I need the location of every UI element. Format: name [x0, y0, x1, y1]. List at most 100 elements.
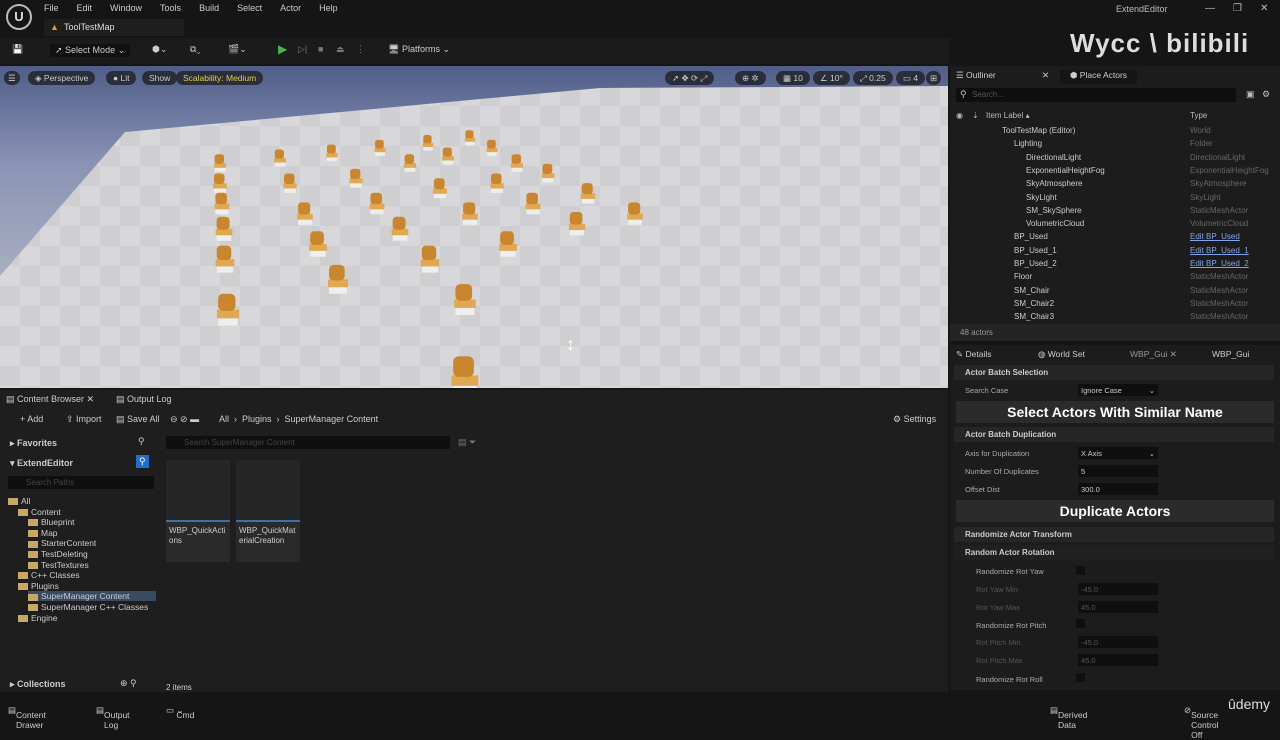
unreal-logo[interactable]: U	[6, 4, 32, 30]
num-duplicates-input[interactable]: 5	[1078, 465, 1158, 477]
crumb-supermanager[interactable]: SuperManager Content	[285, 414, 379, 424]
folder-item[interactable]: Plugins	[18, 581, 59, 591]
folder-item[interactable]: StarterContent	[28, 538, 96, 548]
edit-blueprint-link[interactable]: Edit BP_Used	[1190, 232, 1240, 241]
add-actor-icon[interactable]: ⬢⌄	[152, 44, 167, 55]
outliner-row[interactable]: BP_Used_1 Edit BP_Used_1	[950, 244, 1266, 257]
path-search-input[interactable]: Search Paths	[8, 476, 154, 489]
folder-item[interactable]: Content	[18, 507, 61, 517]
outliner-row[interactable]: VolumetricCloud VolumetricCloud	[950, 217, 1266, 230]
add-folder-icon[interactable]: ▣	[1246, 89, 1255, 100]
rotation-snap[interactable]: ∠ 10°	[813, 71, 850, 85]
minimize-button[interactable]: —	[1205, 3, 1215, 14]
cinematics-icon[interactable]: 🎬⌄	[228, 44, 247, 55]
world-settings-tab[interactable]: ◍ World Set	[1038, 349, 1085, 360]
axis-dropdown[interactable]: X Axis ⌄	[1078, 447, 1158, 459]
rot-pitch-checkbox[interactable]	[1076, 619, 1085, 628]
pitch-min-input[interactable]: -45.0	[1078, 636, 1158, 648]
folder-item[interactable]: TestDeleting	[28, 549, 88, 559]
outliner-row[interactable]: ToolTestMap (Editor) World	[950, 124, 1266, 137]
project-header[interactable]: ▾ ExtendEditor	[10, 458, 73, 469]
outliner-row[interactable]: BP_Used_2 Edit BP_Used_2	[950, 257, 1266, 270]
edit-blueprint-link[interactable]: Edit BP_Used_1	[1190, 246, 1249, 255]
add-button[interactable]: + Add	[20, 414, 43, 424]
search-case-dropdown[interactable]: Ignore Case ⌄	[1078, 384, 1158, 396]
level-viewport[interactable]: ☰ ◈ Perspective ● Lit Show Scalability: …	[0, 66, 948, 388]
step-button[interactable]: ▷|	[298, 44, 307, 55]
outliner-row[interactable]: SM_Chair StaticMeshActor	[950, 284, 1266, 297]
world-local-toggle[interactable]: ⊕ ✲	[735, 71, 766, 85]
details-tab[interactable]: ✎ Details	[956, 349, 991, 360]
folder-item[interactable]: TestTextures	[28, 560, 89, 570]
menu-actor[interactable]: Actor	[280, 3, 301, 13]
outliner-row[interactable]: SkyLight SkyLight	[950, 191, 1266, 204]
content-drawer-button[interactable]: ▤ Content Drawer	[8, 705, 46, 730]
section-actor-batch-duplication[interactable]: Actor Batch Duplication	[954, 427, 1274, 442]
outliner-search[interactable]: Search...	[956, 88, 1236, 102]
blueprint-icon[interactable]: ⧉⌄	[190, 44, 201, 55]
content-browser-tab[interactable]: ▤ Content Browser ✕	[6, 394, 94, 405]
section-random-rotation[interactable]: Random Actor Rotation	[954, 545, 1274, 560]
map-tab[interactable]: ▲ ToolTestMap	[44, 19, 184, 36]
crumb-all[interactable]: All	[219, 414, 229, 424]
menu-window[interactable]: Window	[110, 3, 142, 13]
yaw-max-input[interactable]: 45.0	[1078, 601, 1158, 613]
rot-yaw-checkbox[interactable]	[1076, 566, 1085, 575]
platforms-dropdown[interactable]: 🖥 Platforms ⌄	[388, 44, 450, 55]
settings-icon[interactable]: ⚙	[1262, 89, 1270, 100]
import-button[interactable]: ⇪ Import	[66, 414, 102, 425]
scale-snap[interactable]: ⤢ 0.25	[853, 71, 893, 85]
save-icon[interactable]: 💾	[12, 44, 23, 55]
outliner-row[interactable]: DirectionalLight DirectionalLight	[950, 151, 1266, 164]
close-button[interactable]: ✕	[1260, 3, 1268, 14]
folder-item[interactable]: Blueprint	[28, 517, 75, 527]
asset-tile[interactable]: WBP_QuickMaterialCreation	[236, 460, 300, 562]
folder-item[interactable]: SuperManager C++ Classes	[28, 602, 148, 612]
folder-item[interactable]: Map	[28, 528, 58, 538]
menu-edit[interactable]: Edit	[77, 3, 93, 13]
derived-data-button[interactable]: ▤ Derived Data	[1050, 705, 1087, 730]
asset-search-input[interactable]: Search SuperManager Content	[166, 436, 450, 449]
grid-snap[interactable]: ▦ 10	[776, 71, 810, 85]
layout-icon[interactable]: ⊞	[926, 71, 942, 85]
place-actors-tab[interactable]: ⬢ Place Actors	[1060, 70, 1138, 84]
history-back-icon[interactable]: ⊖ ⊘ ▬	[170, 414, 199, 425]
eject-button[interactable]: ⏏	[336, 44, 345, 55]
type-header[interactable]: Type	[1190, 111, 1207, 120]
menu-build[interactable]: Build	[199, 3, 219, 13]
yaw-min-input[interactable]: -45.0	[1078, 583, 1158, 595]
outliner-tab[interactable]: ☰ Outliner	[956, 70, 996, 81]
maximize-button[interactable]: ❐	[1233, 3, 1242, 14]
output-log-tab[interactable]: ▤ Output Log	[116, 394, 172, 405]
offset-input[interactable]: 300.0	[1078, 483, 1158, 495]
visibility-icon[interactable]: ◉	[956, 111, 963, 120]
duplicate-actors-button[interactable]: Duplicate Actors	[956, 500, 1274, 522]
asset-tile[interactable]: WBP_QuickActions	[166, 460, 230, 562]
add-collection-icon[interactable]: ⊕ ⚲	[120, 678, 137, 689]
source-control-button[interactable]: ⊘ Source Control Off	[1184, 705, 1219, 740]
settings-button[interactable]: ⚙ Settings	[893, 414, 936, 425]
edit-blueprint-link[interactable]: Edit BP_Used_2	[1190, 259, 1249, 268]
item-label-header[interactable]: Item Label ▴	[986, 111, 1030, 120]
outliner-row[interactable]: SM_Chair3 StaticMeshActor	[950, 310, 1266, 323]
close-tab-icon[interactable]: ✕	[1042, 70, 1049, 81]
menu-select[interactable]: Select	[237, 3, 262, 13]
outliner-row[interactable]: SM_Chair2 StaticMeshActor	[950, 297, 1266, 310]
folder-item[interactable]: All	[8, 496, 30, 506]
menu-file[interactable]: File	[44, 3, 59, 13]
select-similar-button[interactable]: Select Actors With Similar Name	[956, 401, 1274, 423]
outliner-row[interactable]: ExponentialHeightFog ExponentialHeightFog	[950, 164, 1269, 177]
more-icon[interactable]: ⋮	[356, 44, 365, 55]
transform-tools[interactable]: ➚ ✥ ⟳ ⤢	[665, 71, 715, 85]
outliner-row[interactable]: SkyAtmosphere SkyAtmosphere	[950, 177, 1266, 190]
stop-button[interactable]: ■	[318, 44, 323, 54]
show-button[interactable]: Show	[142, 71, 178, 85]
wbp-gui-tab-2[interactable]: WBP_Gui	[1212, 349, 1249, 359]
camera-speed[interactable]: ▭ 4	[896, 71, 926, 85]
outliner-row[interactable]: SM_SkySphere StaticMeshActor	[950, 204, 1266, 217]
folder-item[interactable]: Engine	[18, 613, 57, 623]
outliner-row[interactable]: Floor StaticMeshActor	[950, 270, 1266, 283]
folder-item[interactable]: C++ Classes	[18, 570, 80, 580]
select-mode-dropdown[interactable]: ➚ Select Mode ⌄	[50, 44, 131, 57]
folder-item[interactable]: SuperManager Content	[28, 591, 156, 602]
